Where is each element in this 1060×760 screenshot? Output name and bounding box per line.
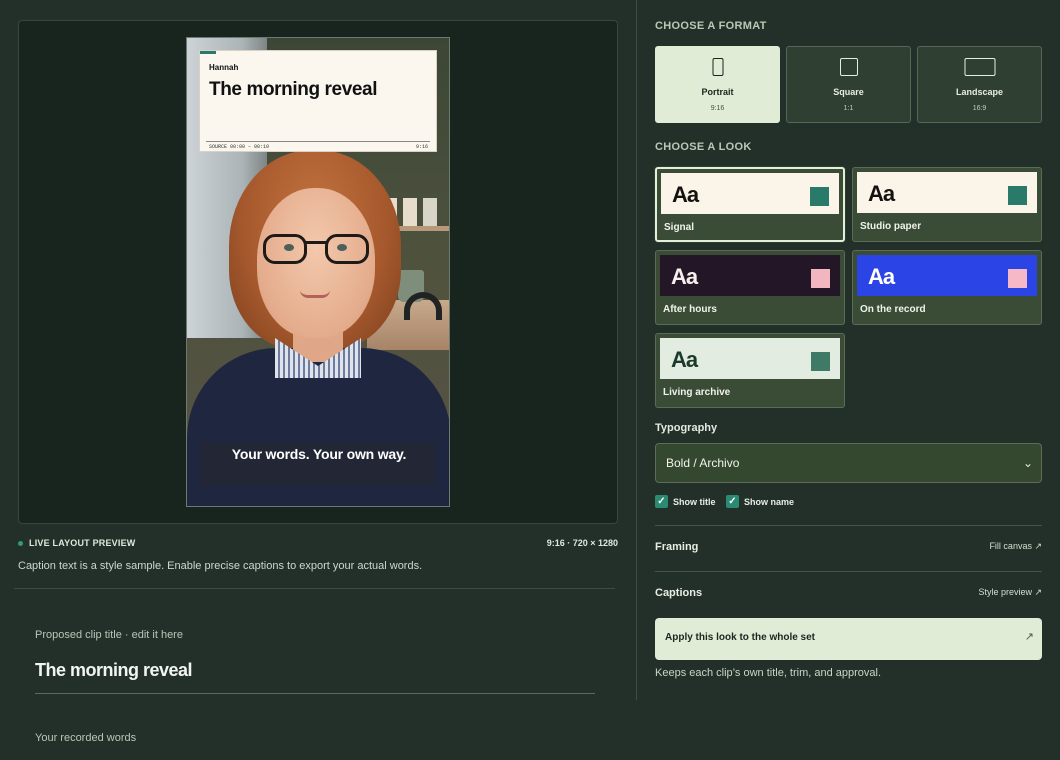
- chevron-down-icon: ⌄: [1022, 456, 1033, 470]
- look-swatch: Aa: [857, 255, 1037, 296]
- look-name: Signal: [664, 222, 695, 233]
- look-signal[interactable]: Aa Signal: [655, 167, 845, 242]
- portrait-preview-frame: Hannah The morning reveal SOURCE 00:00 –…: [186, 37, 450, 507]
- format-landscape[interactable]: Landscape 16:9: [917, 46, 1042, 123]
- style-preview-link[interactable]: Style preview ↗: [978, 587, 1042, 598]
- format-ratio: 1:1: [843, 105, 854, 112]
- look-name: Studio paper: [860, 221, 922, 232]
- glasses-lens: [263, 234, 307, 264]
- shelf-card: [423, 198, 437, 226]
- speaker-smile: [300, 290, 330, 298]
- shelf-card: [403, 198, 417, 226]
- preview-note: Caption text is a style sample. Enable p…: [18, 560, 423, 572]
- look-on-the-record[interactable]: Aa On the record: [852, 250, 1042, 325]
- look-color-chip: [1008, 269, 1027, 288]
- title-card-rule: [206, 141, 430, 142]
- divider: [655, 571, 1042, 572]
- format-portrait[interactable]: Portrait 9:16: [655, 46, 780, 123]
- clip-title-underline: [35, 693, 595, 694]
- show-title-label: Show title: [673, 496, 716, 507]
- look-sample: Aa: [671, 264, 698, 289]
- live-preview-label: LIVE LAYOUT PREVIEW: [18, 538, 135, 548]
- framing-label: Framing: [655, 541, 699, 553]
- clip-title-input[interactable]: The morning reveal: [35, 660, 193, 681]
- preview-column: Hannah The morning reveal SOURCE 00:00 –…: [0, 0, 636, 760]
- format-ratio: 9:16: [710, 105, 725, 112]
- check-icon: ✓: [655, 495, 668, 508]
- format-ratio: 16:9: [972, 105, 987, 112]
- glasses-lens: [325, 234, 369, 264]
- format-name: Portrait: [701, 87, 734, 97]
- check-icon: ✓: [726, 495, 739, 508]
- clip-title-label: Proposed clip title · edit it here: [35, 629, 183, 641]
- divider: [14, 588, 615, 589]
- arrow-up-right-icon: ↗: [1024, 631, 1034, 643]
- preview-dimensions: 9:16 · 720 × 1280: [546, 538, 618, 548]
- live-dot-icon: [18, 540, 23, 546]
- look-color-chip: [811, 352, 830, 371]
- look-swatch: Aa: [857, 172, 1037, 213]
- square-icon: [839, 58, 858, 76]
- look-name: Living archive: [663, 387, 731, 398]
- format-heading: CHOOSE A FORMAT: [655, 20, 767, 32]
- look-swatch: Aa: [661, 173, 839, 214]
- look-swatch: Aa: [660, 255, 840, 296]
- typography-value: Bold / Archivo: [666, 456, 740, 470]
- look-sample: Aa: [672, 182, 699, 207]
- look-studio-paper[interactable]: Aa Studio paper: [852, 167, 1042, 242]
- look-living-archive[interactable]: Aa Living archive: [655, 333, 845, 408]
- caption-sample: Your words. Your own way.: [231, 446, 407, 462]
- column-divider: [636, 0, 637, 700]
- look-color-chip: [811, 269, 830, 288]
- format-square[interactable]: Square 1:1: [786, 46, 911, 123]
- look-color-chip: [810, 187, 829, 206]
- title-card-source: SOURCE 00:00 – 00:10: [209, 144, 270, 150]
- title-card-ratio: 9:16: [415, 144, 428, 150]
- divider: [655, 525, 1042, 526]
- look-swatch: Aa: [660, 338, 840, 379]
- portrait-icon: [712, 58, 723, 76]
- title-card: Hannah The morning reveal SOURCE 00:00 –…: [199, 50, 437, 152]
- title-card-accent: [200, 51, 216, 54]
- recorded-words-label: Your recorded words: [35, 732, 137, 744]
- apply-note: Keeps each clip’s own title, trim, and a…: [655, 667, 882, 679]
- show-name-label: Show name: [744, 496, 795, 507]
- settings-panel: CHOOSE A FORMAT Portrait 9:16 Square 1:1…: [655, 0, 1042, 760]
- look-sample: Aa: [868, 264, 895, 289]
- format-name: Square: [833, 87, 864, 97]
- preview-stage: Hannah The morning reveal SOURCE 00:00 –…: [18, 20, 618, 524]
- typography-select[interactable]: Bold / Archivo ⌄: [655, 443, 1042, 483]
- show-name-checkbox[interactable]: ✓ Show name: [726, 495, 794, 508]
- title-card-title: The morning reveal: [209, 79, 378, 100]
- landscape-icon: [964, 58, 995, 76]
- look-after-hours[interactable]: Aa After hours: [655, 250, 845, 325]
- live-preview-text: LIVE LAYOUT PREVIEW: [29, 538, 136, 548]
- speaker-name: Hannah: [209, 63, 239, 72]
- captions-label: Captions: [655, 587, 703, 599]
- apply-look-button[interactable]: Apply this look to the whole set ↗: [655, 618, 1042, 660]
- look-sample: Aa: [868, 181, 895, 206]
- look-heading: CHOOSE A LOOK: [655, 141, 752, 153]
- show-title-checkbox[interactable]: ✓ Show title: [655, 495, 716, 508]
- look-name: On the record: [860, 304, 926, 315]
- look-name: After hours: [663, 304, 717, 315]
- apply-look-label: Apply this look to the whole set: [665, 632, 816, 643]
- glasses-bridge: [305, 241, 327, 244]
- typography-label: Typography: [655, 422, 718, 434]
- fill-canvas-link[interactable]: Fill canvas ↗: [989, 541, 1042, 552]
- format-name: Landscape: [955, 87, 1004, 97]
- look-color-chip: [1008, 186, 1027, 205]
- look-sample: Aa: [671, 347, 698, 372]
